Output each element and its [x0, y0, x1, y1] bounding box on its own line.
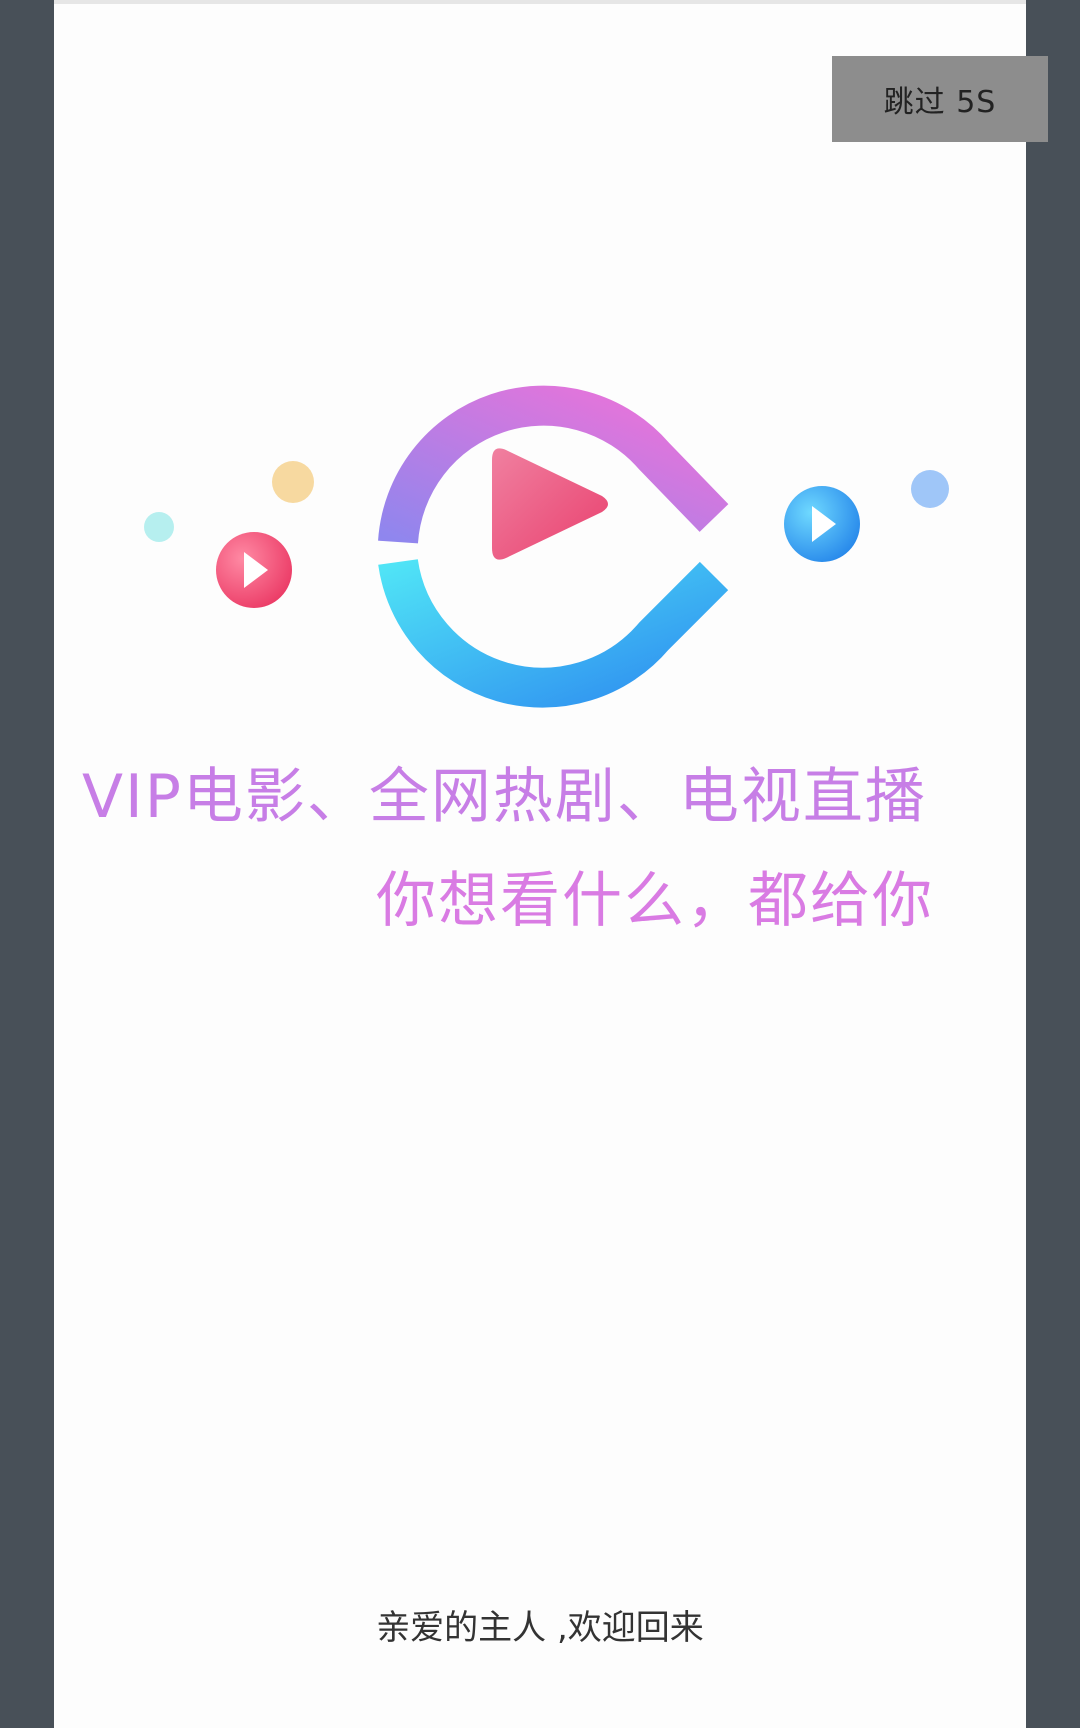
- welcome-text: 亲爱的主人 ,欢迎回来: [376, 1608, 704, 1648]
- slogan-line-1: VIP电影、全网热剧、电视直播: [82, 762, 927, 832]
- logo-play-icon: [492, 448, 608, 560]
- decorative-dot: [911, 470, 949, 508]
- slogan-line-2: 你想看什么，都给你: [376, 866, 934, 936]
- logo-ring-bottom: [378, 558, 729, 708]
- small-play-icon-red: [216, 532, 292, 608]
- logo-graphic: [144, 385, 949, 708]
- status-divider: [54, 0, 1026, 4]
- splash-screen: 跳过 5S VIP电影、全网热剧、电视直播 你想看什么，都给你 亲爱的主人 ,欢…: [54, 0, 1048, 1728]
- skip-button[interactable]: 跳过 5S: [832, 56, 1048, 142]
- skip-button-label: 跳过 5S: [883, 85, 997, 120]
- small-play-icon-blue: [784, 486, 860, 562]
- decorative-dot: [144, 512, 174, 542]
- decorative-dot: [272, 461, 314, 503]
